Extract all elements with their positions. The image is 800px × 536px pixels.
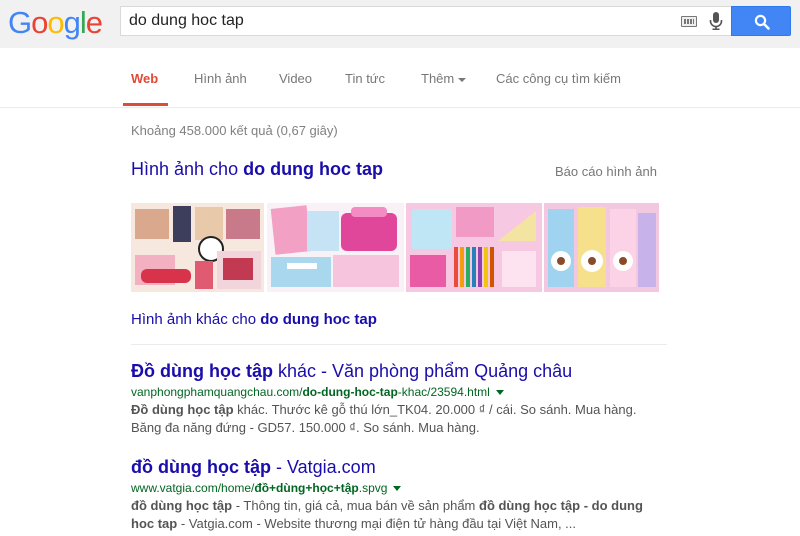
result-url-pre: www.vatgia.com/home/ [131, 481, 255, 495]
snippet-text: - Thông tin, giá cả, mua bán về sản phẩm [232, 498, 479, 513]
top-bar: Google [0, 0, 800, 48]
search-input[interactable] [129, 11, 669, 31]
images-heading-query: do dung hoc tap [243, 159, 384, 179]
snippet-text: - Vatgia.com - Website thương mại điện t… [177, 516, 577, 531]
tab-search-tools[interactable]: Các công cụ tìm kiếm [496, 71, 621, 86]
snippet-bold: Đồ dùng học tập [131, 402, 234, 417]
result-title-bold: đồ dùng học tập [131, 457, 271, 477]
tab-news[interactable]: Tin tức [345, 71, 385, 86]
result-url-post: -khac/23594.html [397, 385, 490, 399]
search-tabs: Web Hình ảnh Video Tin tức Thêm Các công… [0, 48, 800, 108]
result-title-link[interactable]: đồ dùng học tập - Vatgia.com [131, 457, 661, 478]
more-images-query: do dung hoc tap [260, 311, 377, 328]
chevron-down-icon[interactable] [495, 390, 504, 396]
result-url-bold: đồ+dùng+học+tập [254, 481, 359, 495]
images-heading-prefix: Hình ảnh cho [131, 159, 244, 179]
result-url-pre: vanphongphamquangchau.com/ [131, 385, 303, 399]
google-logo[interactable]: Google [8, 5, 103, 41]
tab-video[interactable]: Video [279, 71, 312, 86]
image-thumbnails [131, 203, 659, 292]
search-box [120, 6, 731, 36]
result-url: www.vatgia.com/home/đồ+dùng+học+tập.spvg [131, 481, 661, 495]
more-images-link[interactable]: Hình ảnh khác cho do dung hoc tap [131, 311, 377, 328]
result-url-post: .spvg [358, 481, 388, 495]
images-heading-link[interactable]: Hình ảnh cho do dung hoc tap [131, 159, 383, 180]
thumbnail-image[interactable] [406, 203, 542, 292]
divider [131, 344, 667, 345]
report-images-link[interactable]: Báo cáo hình ảnh [555, 164, 657, 179]
magnifier-icon [754, 14, 770, 30]
chevron-down-icon[interactable] [393, 486, 402, 492]
tab-web[interactable]: Web [131, 71, 158, 86]
thumbnail-image[interactable] [131, 203, 264, 292]
result-url: vanphongphamquangchau.com/do-dung-hoc-ta… [131, 385, 661, 399]
result-snippet: đồ dùng học tập - Thông tin, giá cả, mua… [131, 497, 661, 533]
keyboard-icon[interactable] [681, 16, 697, 27]
search-result: Đồ dùng học tập khác - Văn phòng phẩm Qu… [131, 361, 661, 437]
result-stats: Khoảng 458.000 kết quả (0,67 giây) [131, 123, 338, 138]
search-button[interactable] [731, 6, 791, 36]
more-images-prefix: Hình ảnh khác cho [131, 311, 261, 328]
result-snippet: Đồ dùng học tập khác. Thước kê gỗ thú lớ… [131, 401, 661, 437]
result-title-rest: khác - Văn phòng phẩm Quảng châu [272, 361, 573, 381]
result-title-rest: - Vatgia.com [270, 457, 376, 477]
microphone-icon[interactable] [707, 11, 725, 31]
chevron-down-icon [458, 77, 467, 82]
result-title-bold: Đồ dùng học tập [131, 361, 273, 381]
active-tab-indicator [123, 103, 168, 106]
logo-letter: g [63, 5, 81, 40]
logo-letter: o [47, 5, 64, 40]
logo-letter: e [85, 5, 103, 40]
thumbnail-image[interactable] [544, 203, 659, 292]
tab-more[interactable]: Thêm [421, 71, 467, 86]
tab-images[interactable]: Hình ảnh [194, 71, 247, 86]
search-result: đồ dùng học tập - Vatgia.com www.vatgia.… [131, 457, 661, 533]
tab-more-label: Thêm [421, 71, 455, 86]
snippet-bold: đồ dùng học tập [131, 498, 233, 513]
thumbnail-image[interactable] [267, 203, 404, 292]
result-title-link[interactable]: Đồ dùng học tập khác - Văn phòng phẩm Qu… [131, 361, 661, 382]
logo-letter: G [8, 5, 32, 40]
result-url-bold: do-dung-hoc-tap [302, 385, 398, 399]
logo-letter: o [31, 5, 48, 40]
